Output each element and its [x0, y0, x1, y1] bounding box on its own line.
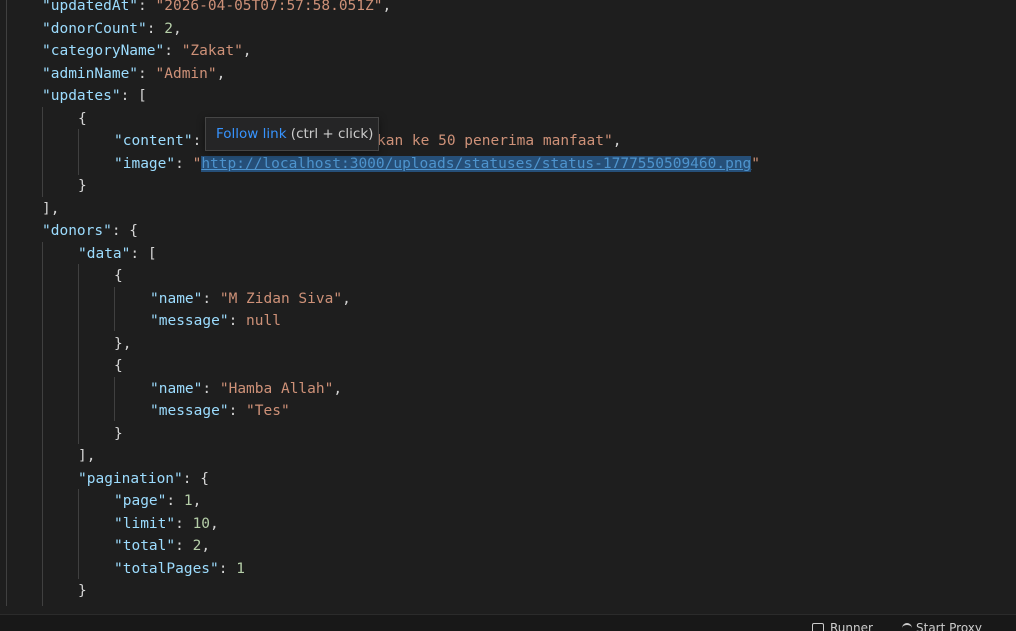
- code-line: {: [114, 265, 123, 287]
- image-url-link[interactable]: http://localhost:3000/uploads/statuses/s…: [201, 156, 751, 172]
- code-line: "updatedAt": "2026-04-05T07:57:58.051Z",: [42, 0, 391, 17]
- json-key: "pagination": [78, 471, 183, 487]
- json-string: kan ke 50 penerima manfaat": [377, 133, 613, 149]
- json-key: "total": [114, 538, 175, 554]
- indent-guide: [6, 0, 7, 606]
- status-bar: Runner Start Proxy: [0, 614, 1016, 631]
- json-string: "2026-04-05T07:57:58.051Z": [156, 0, 383, 14]
- json-key: "message": [150, 403, 229, 419]
- code-line: },: [114, 333, 131, 355]
- json-key: "limit": [114, 516, 175, 532]
- code-line: }: [78, 580, 87, 602]
- json-key: "categoryName": [42, 43, 164, 59]
- json-key: "totalPages": [114, 561, 219, 577]
- code-line: ],: [42, 198, 59, 220]
- json-string: "Tes": [246, 403, 290, 419]
- indent-guide: [42, 242, 43, 606]
- code-line: "total": 2,: [114, 535, 210, 557]
- code-line: "categoryName": "Zakat",: [42, 40, 252, 62]
- json-number: 10: [193, 516, 210, 532]
- json-key: "donors": [42, 223, 112, 239]
- code-line: ],: [78, 445, 95, 467]
- json-key: "data": [78, 246, 130, 262]
- code-line: "adminName": "Admin",: [42, 63, 225, 85]
- json-key: "donorCount": [42, 21, 147, 37]
- json-key: "name": [150, 291, 202, 307]
- code-line: "donors": {: [42, 220, 138, 242]
- code-line: {: [114, 355, 123, 377]
- json-string: "Admin": [156, 66, 217, 82]
- json-string: "M Zidan Siva": [220, 291, 342, 307]
- code-line: "donorCount": 2,: [42, 18, 182, 40]
- code-line: "limit": 10,: [114, 513, 219, 535]
- code-line: "page": 1,: [114, 490, 201, 512]
- code-line: kan ke 50 penerima manfaat",: [377, 130, 621, 152]
- indent-guide: [78, 264, 79, 444]
- code-line: }: [114, 423, 123, 445]
- code-line: "content":: [114, 130, 201, 152]
- json-key: "message": [150, 313, 229, 329]
- json-key: "image": [114, 156, 175, 172]
- json-editor[interactable]: "updatedAt": "2026-04-05T07:57:58.051Z",…: [0, 0, 1016, 614]
- json-number: 2: [193, 538, 202, 554]
- follow-link-tooltip: Follow link (ctrl + click): [205, 117, 379, 151]
- code-line: "message": null: [150, 310, 281, 332]
- json-number: 2: [164, 21, 173, 37]
- code-line: "name": "M Zidan Siva",: [150, 288, 351, 310]
- code-line: "name": "Hamba Allah",: [150, 378, 342, 400]
- indent-guide: [78, 489, 79, 579]
- json-number: 1: [236, 561, 245, 577]
- follow-link-action[interactable]: Follow link: [216, 126, 287, 142]
- follow-link-hint: (ctrl + click): [287, 126, 374, 142]
- code-line: }: [78, 175, 87, 197]
- indent-guide: [78, 129, 79, 175]
- code-line: "image": "http://localhost:3000/uploads/…: [114, 153, 760, 175]
- json-string: "Hamba Allah": [220, 381, 334, 397]
- indent-guide: [42, 107, 43, 197]
- json-null: null: [246, 313, 281, 329]
- code-line: "updates": [: [42, 85, 147, 107]
- json-key: "updatedAt": [42, 0, 138, 14]
- json-key: "adminName": [42, 66, 138, 82]
- json-key: "page": [114, 493, 166, 509]
- code-line: "totalPages": 1: [114, 558, 245, 580]
- code-line: "pagination": {: [78, 468, 209, 490]
- json-key: "name": [150, 381, 202, 397]
- indent-guide: [114, 377, 115, 421]
- json-number: 1: [184, 493, 193, 509]
- json-string: "Zakat": [182, 43, 243, 59]
- json-key: "content": [114, 133, 193, 149]
- code-line: "data": [: [78, 243, 157, 265]
- code-line: {: [78, 108, 87, 130]
- indent-guide: [114, 287, 115, 331]
- code-line: "message": "Tes": [150, 400, 290, 422]
- json-key: "updates": [42, 88, 121, 104]
